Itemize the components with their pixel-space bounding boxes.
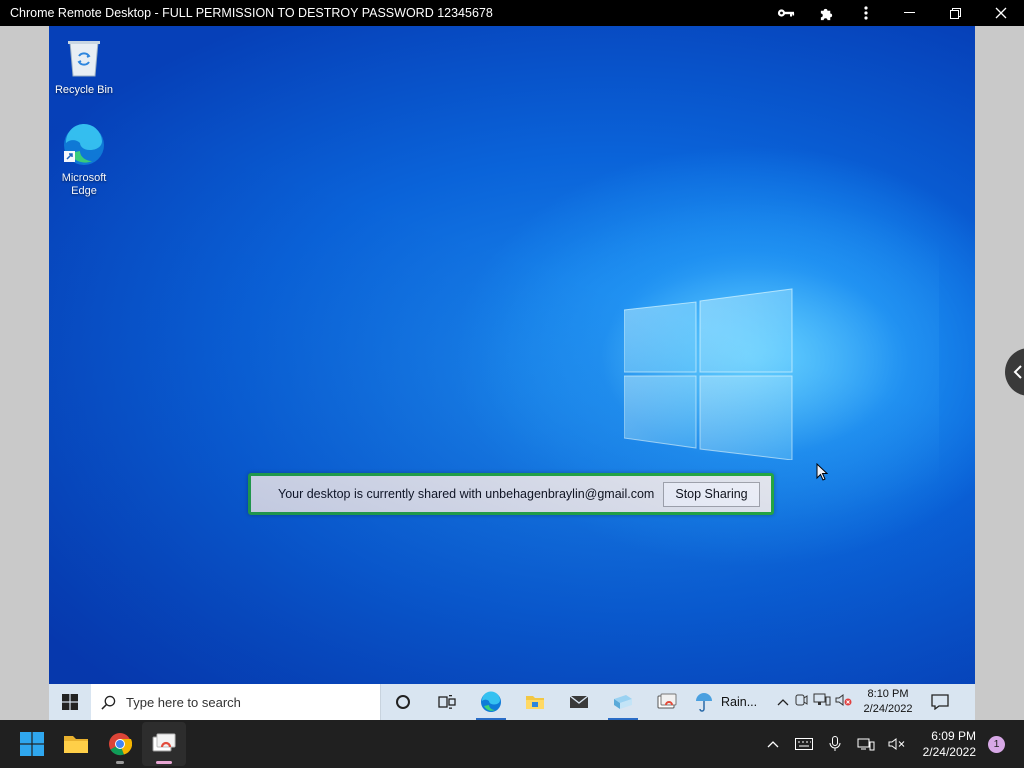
desktop-icon-label: Recycle Bin [54,84,114,96]
windows-start-icon [62,694,78,710]
key-icon[interactable] [766,0,806,26]
remote-viewport[interactable]: Recycle Bin Microsoft Edge Your desktop … [0,26,1024,720]
windows-start-icon [20,732,44,756]
weather-label: Rain... [721,695,758,709]
volume-muted-icon[interactable] [882,720,913,768]
remote-taskbar: Type here to search Rain... 8:10 PM 2/24… [49,684,975,720]
remote-desktop-app-icon[interactable] [645,684,689,720]
stop-sharing-button[interactable]: Stop Sharing [663,481,760,507]
microphone-icon[interactable] [820,720,851,768]
local-file-explorer-icon[interactable] [54,722,98,766]
notification-count-badge[interactable]: 1 [988,735,1005,753]
taskbar-edge-icon[interactable] [469,684,513,720]
network-icon[interactable] [813,693,831,712]
local-date: 2/24/2022 [922,745,976,759]
chrome-remote-desktop-icon[interactable] [142,722,186,766]
chevron-up-icon[interactable] [777,693,789,711]
local-time: 6:09 PM [931,729,976,743]
weather-widget[interactable]: Rain... [695,692,771,712]
local-taskbar: 6:09 PM 2/24/2022 1 [0,720,1024,768]
file-explorer-icon[interactable] [513,684,557,720]
remote-desktop[interactable]: Recycle Bin Microsoft Edge Your desktop … [49,26,975,684]
desktop-icon-recycle-bin[interactable]: Recycle Bin [49,34,119,97]
search-icon [101,695,116,710]
close-button[interactable] [978,0,1024,26]
restore-button[interactable] [932,0,978,26]
keyboard-icon[interactable] [789,720,820,768]
desktop-icon-microsoft-edge[interactable]: Microsoft Edge [49,122,119,198]
volume-muted-icon[interactable] [835,693,853,712]
task-view-icon[interactable] [425,684,469,720]
network-icon[interactable] [851,720,882,768]
window-title: Chrome Remote Desktop - FULL PERMISSION … [10,6,493,20]
more-menu-icon[interactable] [846,0,886,26]
mouse-cursor-icon [816,463,828,481]
chrome-icon[interactable] [98,722,142,766]
chevron-left-icon [1013,365,1022,379]
chevron-up-icon[interactable] [758,720,789,768]
edge-icon [61,122,107,168]
cortana-icon[interactable] [381,684,425,720]
remote-time: 8:10 PM [867,688,909,700]
minimize-button[interactable] [886,0,932,26]
extensions-puzzle-icon[interactable] [806,0,846,26]
remote-start-button[interactable] [49,684,91,720]
remote-system-tray [777,693,853,712]
local-system-tray: 6:09 PM 2/24/2022 1 [758,720,1024,768]
local-clock[interactable]: 6:09 PM 2/24/2022 [923,728,976,760]
side-panel-handle[interactable] [1005,348,1024,396]
windows-logo-wallpaper [624,288,793,460]
share-banner-message: Your desktop is currently shared with un… [278,487,655,501]
windows11-start-button[interactable] [10,722,54,766]
mail-icon[interactable] [557,684,601,720]
desktop-icon-label: Microsoft Edge [61,172,107,197]
meet-now-icon[interactable] [793,693,809,712]
remote-clock[interactable]: 8:10 PM 2/24/2022 [857,687,919,717]
umbrella-icon [696,693,712,712]
app-window-icon[interactable] [601,684,645,720]
recycle-bin-icon [61,34,107,80]
remote-search-box[interactable]: Type here to search [91,684,381,720]
remote-date: 2/24/2022 [863,703,913,715]
share-banner: Your desktop is currently shared with un… [248,473,774,515]
window-title-bar: Chrome Remote Desktop - FULL PERMISSION … [0,0,1024,26]
remote-notification-icon[interactable] [923,684,957,720]
search-placeholder: Type here to search [126,694,241,710]
